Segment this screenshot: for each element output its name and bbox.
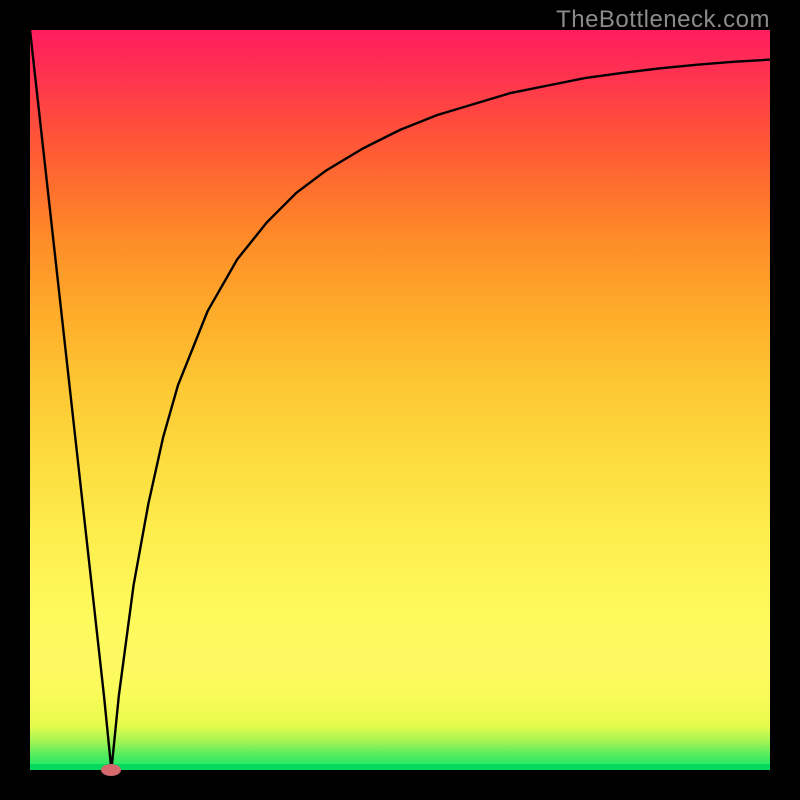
- green-baseline: [30, 764, 770, 770]
- optimal-point-marker: [101, 764, 121, 776]
- plot-area: [30, 30, 770, 770]
- watermark-text: TheBottleneck.com: [556, 6, 770, 34]
- bottleneck-curve: [30, 30, 770, 770]
- chart-frame: TheBottleneck.com: [0, 0, 800, 800]
- curve-layer: [30, 30, 770, 770]
